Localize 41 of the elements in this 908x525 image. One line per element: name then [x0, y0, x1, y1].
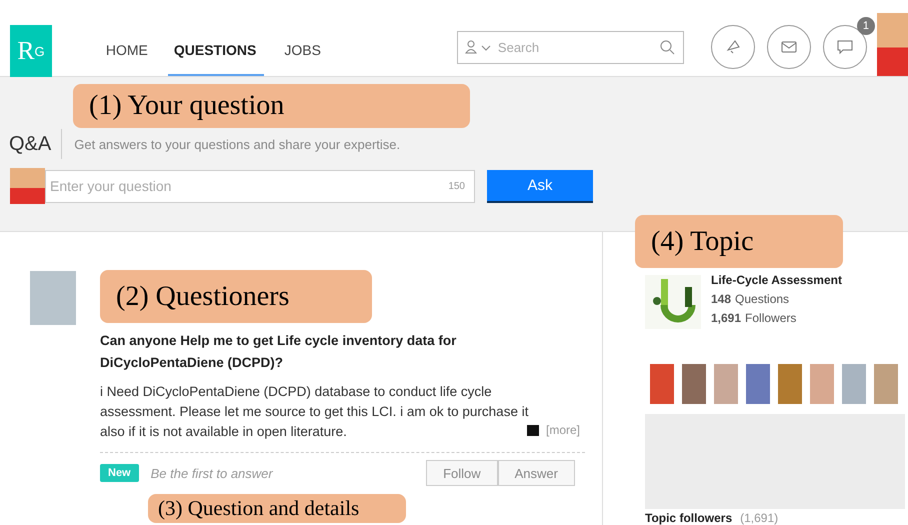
topic-name[interactable]: Life-Cycle Assessment: [711, 271, 842, 290]
user-icon: [464, 40, 477, 54]
avatar-placeholder[interactable]: [650, 364, 674, 404]
avatar-placeholder[interactable]: [810, 364, 834, 404]
followers-heading: Topic followers: [645, 511, 732, 525]
square-icon: [526, 424, 539, 436]
topic-stat: 148 Questions: [711, 291, 790, 308]
annotation-label: (3) Question and details: [148, 494, 406, 523]
followers-count: (1,691): [740, 511, 778, 525]
annotation-label: (2) Questioners: [100, 270, 372, 323]
avatar-placeholder[interactable]: [874, 364, 898, 404]
mail-icon: [780, 41, 797, 53]
ask-button[interactable]: Ask: [487, 170, 593, 202]
avatar-placeholder[interactable]: [746, 364, 770, 404]
avatar-placeholder[interactable]: [876, 13, 908, 76]
annotation-label: (1) Your question: [73, 84, 470, 128]
question-body: i Need DiCycloPentaDiene (DCPD) database to conduct life cycle assessment. Please let me source to get this LCI. i am ok to purchase it also if it is not available in open literature.: [100, 383, 530, 441]
avatar-placeholder: [10, 168, 45, 204]
chat-icon: [836, 40, 853, 54]
new-badge: New: [100, 464, 139, 482]
mail-button[interactable]: [766, 25, 811, 69]
avatar-placeholder[interactable]: [842, 364, 866, 404]
avatar-placeholder[interactable]: [682, 364, 706, 404]
search-field[interactable]: Search: [456, 30, 684, 64]
topic-stat: 1,691 Followers: [711, 310, 798, 327]
page-title: Q&A: [0, 129, 62, 159]
bell-button[interactable]: [710, 25, 755, 69]
question-title[interactable]: Can anyone Help me to get Life cycle inventory data for DiCycloPentaDiene (DCPD)?: [100, 330, 580, 374]
notification-badge: 1: [856, 17, 875, 35]
search-icon: [660, 40, 675, 54]
avatar-placeholder[interactable]: [30, 271, 76, 325]
annotation-label: (4) Topic: [635, 215, 843, 268]
character-count: 150: [448, 180, 465, 192]
page-subtitle: Get answers to your questions and share your expertise.: [74, 136, 400, 152]
answer-prompt: Be the first to answer: [150, 466, 273, 480]
nav-tab[interactable]: JOBS: [272, 25, 333, 76]
topic-logo-icon: [645, 275, 701, 329]
avatar-placeholder[interactable]: [778, 364, 802, 404]
chevron-icon: [480, 44, 491, 50]
nav-tab[interactable]: HOME: [94, 25, 160, 76]
avatar-placeholder[interactable]: [714, 364, 738, 404]
